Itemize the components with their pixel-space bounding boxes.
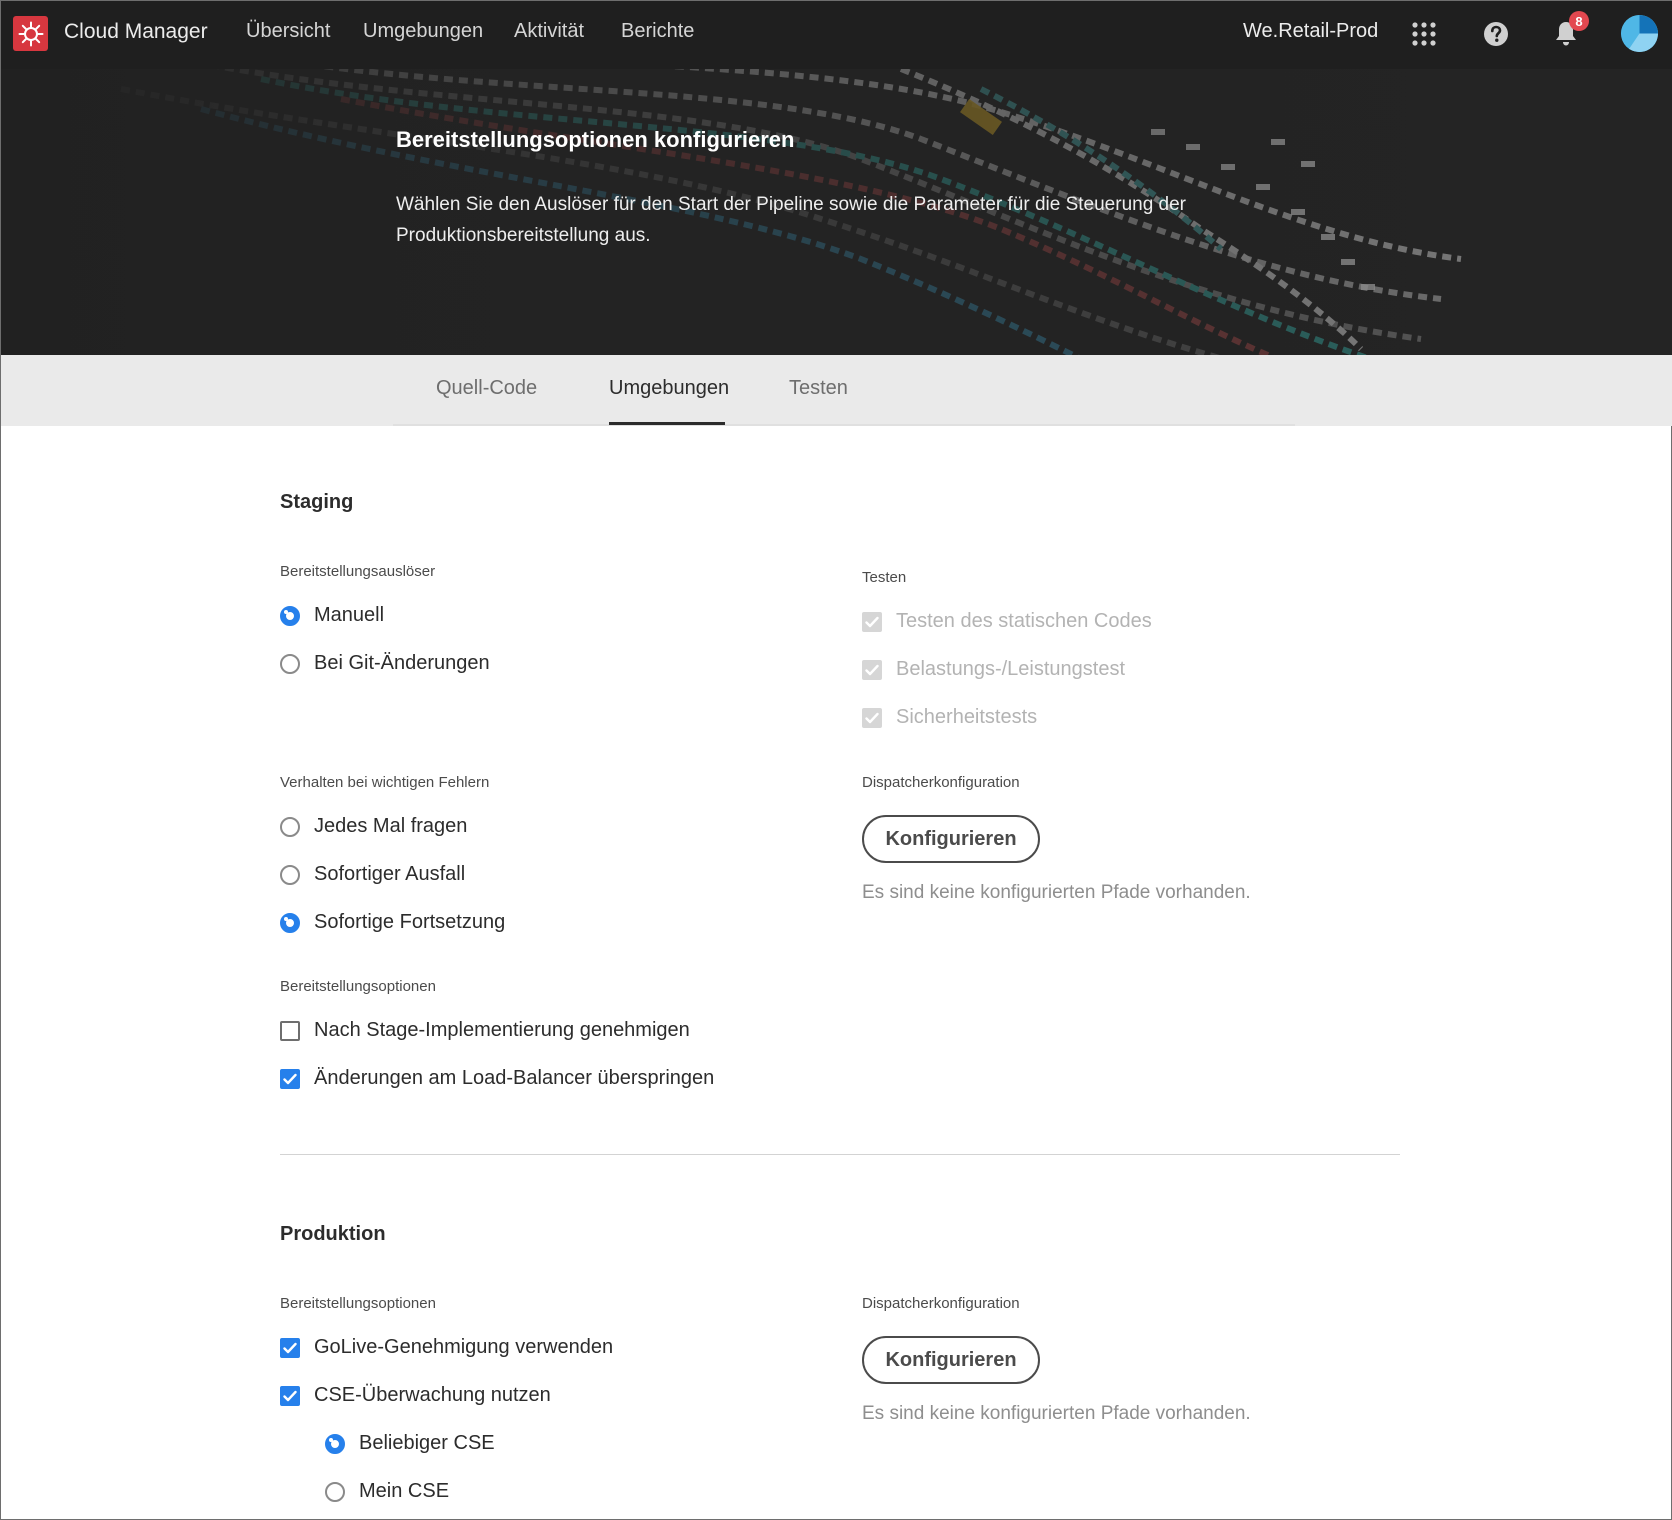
production-section-title: Produktion [280,1223,386,1245]
checkbox-performance-test: Belastungs-/Leistungstest [862,658,1125,681]
apps-grid-icon[interactable] [1407,17,1441,51]
notification-count-badge: 8 [1569,11,1589,31]
production-deployment-options-label: Bereitstellungsoptionen [280,1295,436,1312]
radio-label: Sofortiger Ausfall [314,863,466,885]
checkbox-label: GoLive-Genehmigung verwenden [314,1336,614,1358]
checkbox-label: Sicherheitstests [896,706,1038,728]
radio-cse-mine[interactable]: Mein CSE [325,1480,449,1503]
checkbox-approve-after-stage[interactable]: Nach Stage-Implementierung genehmigen [280,1019,690,1042]
hero-banner: Bereitstellungsoptionen konfigurieren Wä… [1,69,1672,355]
deployment-trigger-label: Bereitstellungsauslöser [280,563,436,580]
radio-failure-ask[interactable]: Jedes Mal fragen [280,815,467,838]
nav-link-aktivitaet[interactable]: Aktivität [514,20,584,43]
radio-button-selected[interactable] [325,1433,345,1454]
deployment-options-label: Bereitstellungsoptionen [280,978,436,995]
avatar[interactable] [1621,15,1658,52]
radio-label: Sofortige Fortsetzung [314,911,506,933]
radio-trigger-git-changes[interactable]: Bei Git-Änderungen [280,652,490,675]
tab-bar: Quell-Code Umgebungen Testen [1,355,1672,426]
app-title[interactable]: Cloud Manager [64,20,208,44]
radio-button[interactable] [280,816,300,837]
help-icon[interactable] [1479,17,1513,51]
checkbox-label: Belastungs-/Leistungstest [896,658,1126,680]
active-tab-indicator [609,422,725,425]
checkbox-checked[interactable] [280,1068,300,1089]
nav-link-umgebungen[interactable]: Umgebungen [363,20,483,43]
checkmark-icon [283,1073,297,1084]
radio-failure-fail[interactable]: Sofortiger Ausfall [280,863,465,886]
production-dispatcher-config-label: Dispatcherkonfiguration [862,1295,1020,1312]
configure-dispatcher-button[interactable]: Konfigurieren [862,815,1040,863]
checkbox-cse-oversight[interactable]: CSE-Überwachung nutzen [280,1384,551,1407]
tab-bar-divider [393,424,1295,426]
nav-link-uebersicht[interactable]: Übersicht [246,20,330,43]
radio-button-selected[interactable] [280,912,300,933]
radio-label: Mein CSE [359,1480,450,1502]
checkmark-icon [865,664,879,675]
tab-testen[interactable]: Testen [789,377,848,400]
radio-label: Beliebiger CSE [359,1432,495,1454]
checkbox-checked-disabled [862,611,882,632]
checkmark-icon [283,1342,297,1353]
checkbox-label: Nach Stage-Implementierung genehmigen [314,1019,690,1041]
checkbox-security-test: Sicherheitstests [862,706,1037,729]
checkbox-label: Änderungen am Load-Balancer überspringen [314,1067,715,1089]
section-divider [280,1154,1400,1155]
org-switcher[interactable]: We.Retail-Prod [1243,20,1378,43]
production-configure-dispatcher-button[interactable]: Konfigurieren [862,1336,1040,1384]
checkbox[interactable] [280,1020,300,1041]
radio-button[interactable] [280,653,300,674]
checkbox-checked-disabled [862,707,882,728]
tab-quell-code[interactable]: Quell-Code [436,377,537,400]
checkmark-icon [865,712,879,723]
radio-label: Bei Git-Änderungen [314,652,490,674]
radio-button[interactable] [280,864,300,885]
tab-umgebungen[interactable]: Umgebungen [609,377,729,400]
top-nav-bar: Cloud Manager Übersicht Umgebungen Aktiv… [1,1,1672,69]
dispatcher-config-label: Dispatcherkonfiguration [862,774,1020,791]
radio-label: Manuell [314,604,385,626]
page-title: Bereitstellungsoptionen konfigurieren [396,127,795,152]
no-paths-message: Es sind keine konfigurierten Pfade vorha… [862,882,1251,903]
testing-label: Testen [862,569,907,586]
checkbox-skip-load-balancer[interactable]: Änderungen am Load-Balancer überspringen [280,1067,714,1090]
checkbox-static-code-test: Testen des statischen Codes [862,610,1152,633]
staging-section-title: Staging [280,491,354,513]
important-failures-label: Verhalten bei wichtigen Fehlern [280,774,490,791]
radio-button-selected[interactable] [280,605,300,626]
nav-link-berichte[interactable]: Berichte [621,20,694,43]
adobe-experience-cloud-icon[interactable] [13,16,48,51]
checkmark-icon [865,616,879,627]
checkbox-golive-approval[interactable]: GoLive-Genehmigung verwenden [280,1336,613,1359]
radio-label: Jedes Mal fragen [314,815,468,837]
radio-cse-any[interactable]: Beliebiger CSE [325,1432,495,1455]
radio-failure-continue[interactable]: Sofortige Fortsetzung [280,911,505,934]
radio-button[interactable] [325,1481,345,1502]
page-description: Wählen Sie den Auslöser für den Start de… [396,194,1187,246]
checkbox-checked-disabled [862,659,882,680]
radio-trigger-manual[interactable]: Manuell [280,604,384,627]
checkbox-label: CSE-Überwachung nutzen [314,1384,551,1406]
production-no-paths-message: Es sind keine konfigurierten Pfade vorha… [862,1403,1251,1424]
checkbox-checked[interactable] [280,1337,300,1358]
checkmark-icon [283,1390,297,1401]
checkbox-label: Testen des statischen Codes [896,610,1152,632]
checkbox-checked[interactable] [280,1385,300,1406]
